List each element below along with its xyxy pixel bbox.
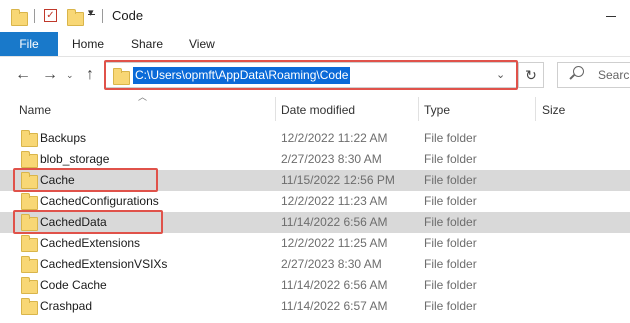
tab-file[interactable]: File xyxy=(0,32,58,56)
cacheddata-highlight-box xyxy=(13,210,163,234)
folder-icon xyxy=(21,277,38,294)
file-date: 11/14/2022 6:56 AM xyxy=(281,278,388,292)
tab-home[interactable]: Home xyxy=(72,32,104,56)
file-name: Code Cache xyxy=(40,278,107,292)
separator xyxy=(34,9,35,23)
file-type: File folder xyxy=(424,194,477,208)
forward-arrow-icon[interactable]: → xyxy=(42,67,58,83)
list-item[interactable]: CachedConfigurations 12/2/2022 11:23 AM … xyxy=(0,191,630,212)
file-type: File folder xyxy=(424,152,477,166)
sort-ascending-icon: ︿ xyxy=(138,92,148,102)
file-date: 12/2/2022 11:25 AM xyxy=(281,236,388,250)
separator xyxy=(102,9,103,23)
dropdown-icon[interactable]: ▾ xyxy=(88,6,94,19)
recent-locations-icon[interactable]: ⌄ xyxy=(66,70,74,81)
file-date: 11/14/2022 6:57 AM xyxy=(281,299,388,313)
column-divider[interactable] xyxy=(418,97,419,121)
file-date: 11/14/2022 6:56 AM xyxy=(281,215,388,229)
file-type: File folder xyxy=(424,131,477,145)
list-item[interactable]: Backups 12/2/2022 11:22 AM File folder xyxy=(0,128,630,149)
file-type: File folder xyxy=(424,257,477,271)
list-item[interactable]: blob_storage 2/27/2023 8:30 AM File fold… xyxy=(0,149,630,170)
file-date: 2/27/2023 8:30 AM xyxy=(281,152,382,166)
column-divider[interactable] xyxy=(535,97,536,121)
column-divider[interactable] xyxy=(275,97,276,121)
search-placeholder: Search xyxy=(598,68,630,82)
tab-share[interactable]: Share xyxy=(131,32,163,56)
file-name: CachedExtensionVSIXs xyxy=(40,257,168,271)
file-type: File folder xyxy=(424,173,477,187)
folder-icon xyxy=(21,256,38,273)
list-item[interactable]: Crashpad 11/14/2022 6:57 AM File folder xyxy=(0,296,630,317)
file-type: File folder xyxy=(424,299,477,313)
cache-highlight-box xyxy=(13,168,158,192)
search-icon xyxy=(573,66,584,77)
file-type: File folder xyxy=(424,215,477,229)
list-item[interactable]: CachedExtensionVSIXs 2/27/2023 8:30 AM F… xyxy=(0,254,630,275)
column-header-size[interactable]: Size xyxy=(542,103,565,117)
file-name: CachedExtensions xyxy=(40,236,141,250)
folder-icon xyxy=(21,130,38,147)
column-header-name[interactable]: Name xyxy=(19,103,51,117)
title-bar xyxy=(0,0,630,32)
file-date: 11/15/2022 12:56 PM xyxy=(281,173,395,187)
column-header-type[interactable]: Type xyxy=(424,103,450,117)
file-type: File folder xyxy=(424,236,477,250)
list-item[interactable]: CachedExtensions 12/2/2022 11:25 AM File… xyxy=(0,233,630,254)
address-path[interactable]: C:\Users\opmft\AppData\Roaming\Code xyxy=(133,67,351,84)
list-item[interactable]: Code Cache 11/14/2022 6:56 AM File folde… xyxy=(0,275,630,296)
checkmark-icon[interactable]: ✓ xyxy=(44,9,57,22)
file-date: 12/2/2022 11:22 AM xyxy=(281,131,388,145)
up-arrow-icon[interactable]: ↑ xyxy=(86,67,94,83)
folder-icon xyxy=(11,9,28,26)
file-name: blob_storage xyxy=(40,152,110,166)
minimize-icon[interactable] xyxy=(606,16,616,17)
folder-icon xyxy=(21,298,38,315)
file-name: Backups xyxy=(40,131,87,145)
file-type: File folder xyxy=(424,278,477,292)
window-title: Code xyxy=(112,8,144,23)
file-name: CachedConfigurations xyxy=(40,194,159,208)
refresh-icon[interactable]: ↻ xyxy=(518,62,544,88)
file-date: 12/2/2022 11:23 AM xyxy=(281,194,388,208)
chevron-down-icon[interactable]: ⌄ xyxy=(496,68,505,81)
folder-icon xyxy=(21,193,38,210)
tab-view[interactable]: View xyxy=(189,32,215,56)
back-arrow-icon[interactable]: ← xyxy=(15,67,31,83)
folder-icon xyxy=(113,68,130,85)
dropdown-bar xyxy=(88,14,95,15)
folder-icon xyxy=(21,151,38,168)
folder-icon[interactable] xyxy=(67,9,84,26)
column-header-date[interactable]: Date modified xyxy=(281,103,355,117)
folder-icon xyxy=(21,235,38,252)
file-date: 2/27/2023 8:30 AM xyxy=(281,257,382,271)
file-name: Crashpad xyxy=(40,299,93,313)
